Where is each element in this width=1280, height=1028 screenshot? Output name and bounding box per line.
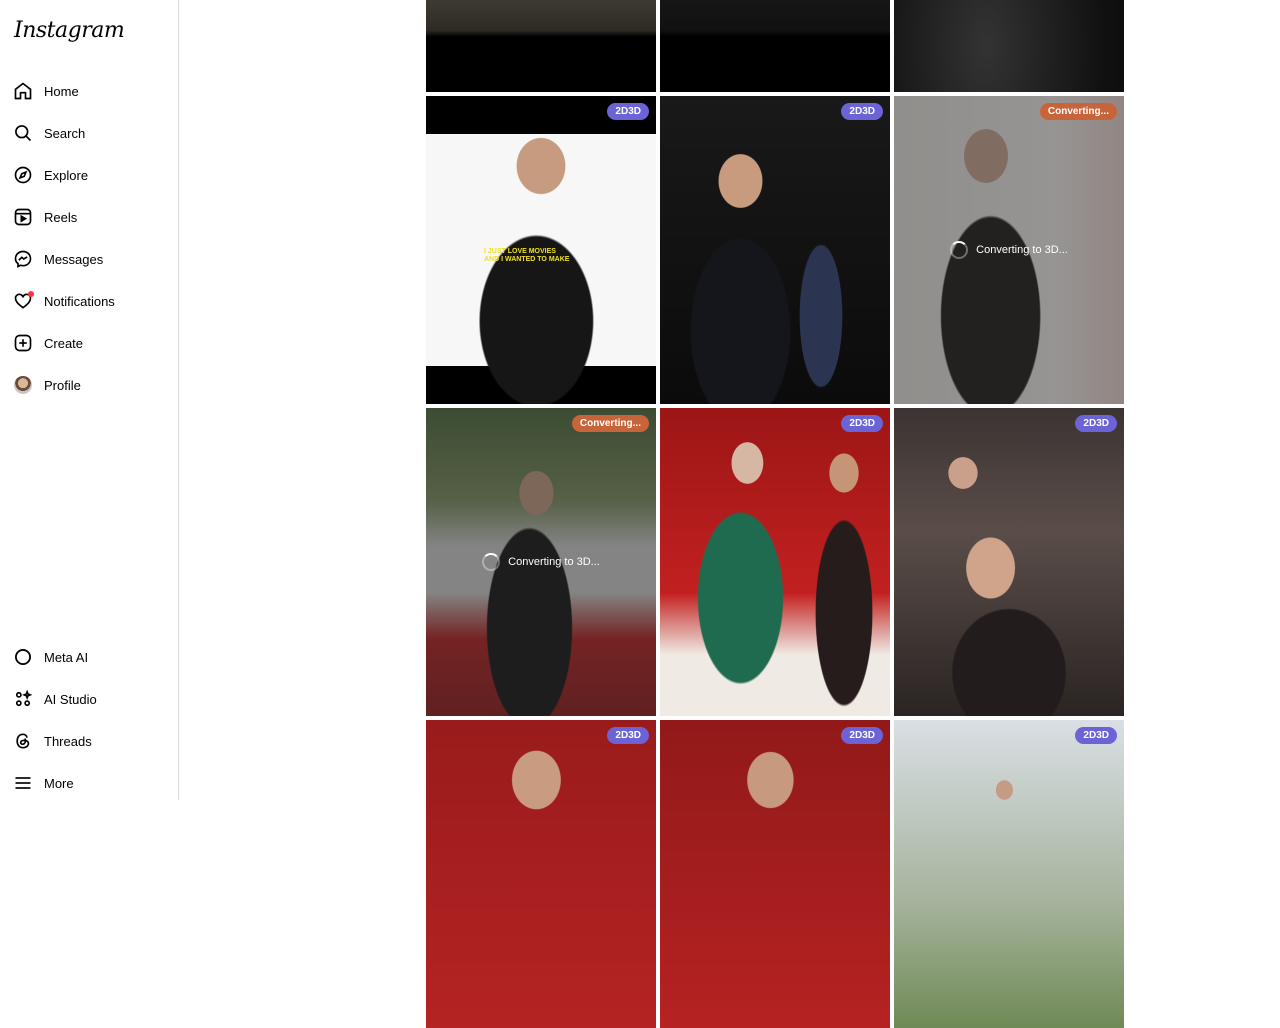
sidebar: Instagram Home Search Explore Reels Mess… <box>0 0 179 800</box>
converting-badge: Converting... <box>1039 103 1117 120</box>
sidebar-item-label: Profile <box>44 377 81 393</box>
caption-line: I JUST LOVE MOVIES <box>484 248 556 255</box>
grid-tile[interactable]: 2D3D <box>426 720 656 1028</box>
converting-overlay: Converting to 3D... <box>426 408 656 716</box>
grid-tile[interactable]: Converting to 3D... Converting... <box>426 408 656 716</box>
instagram-logo[interactable]: Instagram <box>14 18 125 43</box>
sidebar-item-threads[interactable]: Threads <box>12 725 172 757</box>
sidebar-item-messages[interactable]: Messages <box>12 243 172 275</box>
loading-spinner-icon <box>950 241 969 259</box>
2d3d-badge[interactable]: 2D3D <box>1075 415 1117 432</box>
sidebar-item-label: Threads <box>44 733 92 749</box>
grid-tile[interactable] <box>426 0 656 92</box>
sidebar-item-label: Explore <box>44 167 89 183</box>
loading-spinner-icon <box>482 553 501 571</box>
sidebar-item-label: Notifications <box>44 293 115 309</box>
plus-square-icon <box>12 332 34 354</box>
menu-icon <box>12 772 34 794</box>
sidebar-item-label: Home <box>44 83 79 99</box>
compass-icon <box>12 164 34 186</box>
converting-status: Converting to 3D... <box>508 556 600 568</box>
sidebar-item-reels[interactable]: Reels <box>12 201 172 233</box>
2d3d-badge[interactable]: 2D3D <box>841 727 883 744</box>
home-icon <box>12 80 34 102</box>
grid-tile[interactable]: 2D3D <box>660 720 890 1028</box>
thumbnail-image <box>894 0 1124 92</box>
threads-icon <box>12 730 34 752</box>
sidebar-item-profile[interactable]: Profile <box>12 369 172 401</box>
thumbnail-image <box>894 408 1124 716</box>
caption-line: AND I WANTED TO MAKE <box>484 256 570 263</box>
thumbnail-image <box>894 720 1124 1028</box>
sidebar-item-label: AI Studio <box>44 691 97 707</box>
2d3d-badge[interactable]: 2D3D <box>607 103 649 120</box>
grid-tile[interactable]: Converting to 3D... Converting... <box>894 96 1124 404</box>
thumbnail-image <box>426 0 656 92</box>
sidebar-item-more[interactable]: More <box>12 767 172 799</box>
grid-tile[interactable]: 2D3D <box>660 96 890 404</box>
grid-tile[interactable] <box>660 0 890 92</box>
sidebar-item-notifications[interactable]: Notifications <box>12 285 172 317</box>
grid-tile[interactable] <box>894 0 1124 92</box>
profile-avatar-wrap <box>12 374 34 396</box>
ai-studio-icon <box>12 688 34 710</box>
sidebar-item-label: Create <box>44 335 84 351</box>
heart-icon <box>12 290 34 312</box>
search-icon <box>12 122 34 144</box>
notification-dot <box>28 291 34 297</box>
thumbnail-image <box>660 408 890 716</box>
video-caption: I JUST LOVE MOVIES AND I WANTED TO MAKE <box>484 248 569 264</box>
sidebar-item-label: More <box>44 775 74 791</box>
sidebar-item-meta-ai[interactable]: Meta AI <box>12 641 172 673</box>
sidebar-item-ai-studio[interactable]: AI Studio <box>12 683 172 715</box>
2d3d-badge[interactable]: 2D3D <box>841 415 883 432</box>
sidebar-item-create[interactable]: Create <box>12 327 172 359</box>
grid-tile[interactable]: 2D3D <box>894 720 1124 1028</box>
grid-tile[interactable]: 2D3D <box>660 408 890 716</box>
sidebar-item-label: Meta AI <box>44 649 89 665</box>
2d3d-badge[interactable]: 2D3D <box>841 103 883 120</box>
thumbnail-image <box>660 0 890 92</box>
reels-icon <box>12 206 34 228</box>
sidebar-item-label: Reels <box>44 209 78 225</box>
thumbnail-image <box>660 720 890 1028</box>
sidebar-item-explore[interactable]: Explore <box>12 159 172 191</box>
sidebar-item-label: Search <box>44 125 86 141</box>
2d3d-badge[interactable]: 2D3D <box>607 727 649 744</box>
grid-tile[interactable]: I JUST LOVE MOVIES AND I WANTED TO MAKE … <box>426 96 656 404</box>
reels-grid: I JUST LOVE MOVIES AND I WANTED TO MAKE … <box>426 0 1126 1028</box>
meta-ai-icon <box>12 646 34 668</box>
grid-tile[interactable]: 2D3D <box>894 408 1124 716</box>
messenger-icon <box>12 248 34 270</box>
thumbnail-image <box>426 720 656 1028</box>
converting-status: Converting to 3D... <box>976 244 1068 256</box>
sidebar-item-search[interactable]: Search <box>12 117 172 149</box>
sidebar-item-home[interactable]: Home <box>12 75 172 107</box>
2d3d-badge[interactable]: 2D3D <box>1075 727 1117 744</box>
avatar <box>14 376 32 394</box>
converting-badge: Converting... <box>571 415 649 432</box>
converting-overlay: Converting to 3D... <box>894 96 1124 404</box>
sidebar-item-label: Messages <box>44 251 104 267</box>
thumbnail-image <box>660 96 890 404</box>
